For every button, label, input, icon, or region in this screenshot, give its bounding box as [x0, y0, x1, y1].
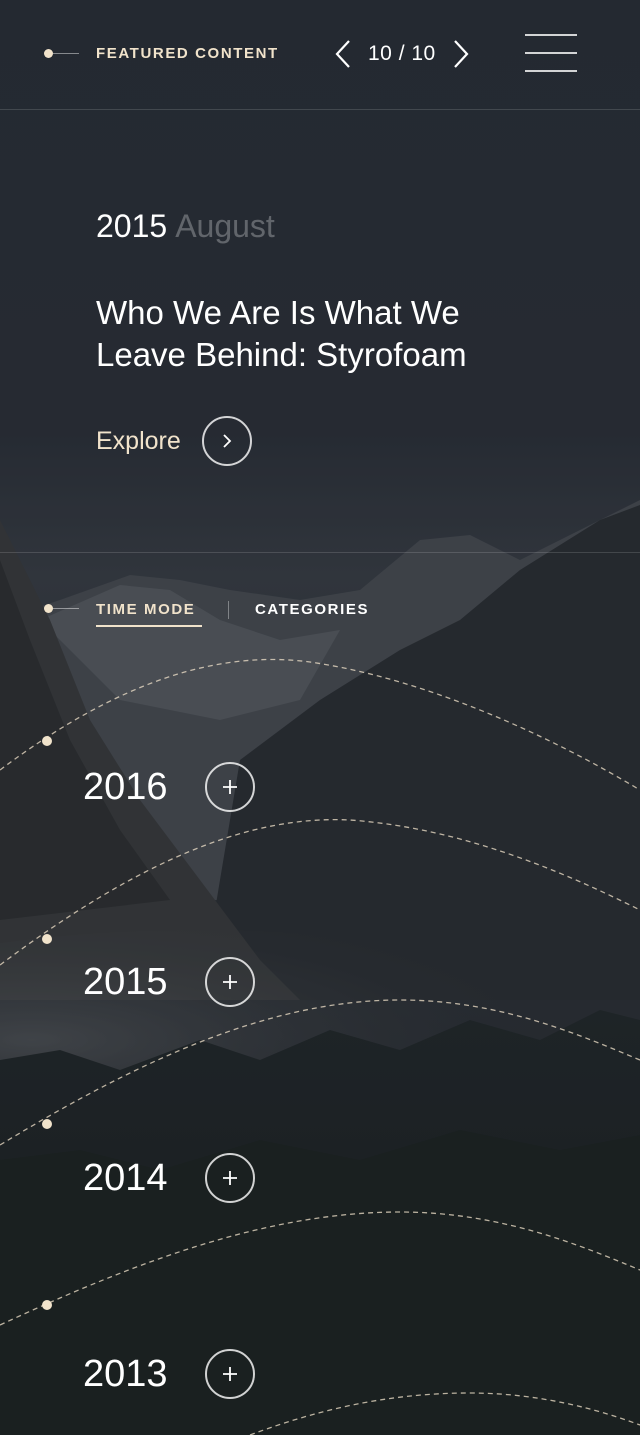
year-label: 2014	[83, 1156, 168, 1199]
chevron-right-icon	[453, 40, 469, 68]
tab-separator	[228, 601, 229, 619]
featured-month: August	[175, 208, 275, 244]
indicator-line	[53, 53, 79, 54]
indicator-line	[53, 608, 79, 609]
featured-date: 2015 August	[96, 208, 275, 245]
timeline-dot	[42, 1300, 52, 1310]
explore-circle[interactable]	[201, 416, 252, 466]
mode-indicator	[44, 604, 79, 613]
expand-year-button[interactable]	[205, 957, 255, 1007]
timeline-year-row: 2014	[83, 1153, 255, 1203]
plus-icon	[223, 1367, 237, 1381]
active-tab-underline	[96, 625, 202, 627]
timeline-dot	[42, 934, 52, 944]
timeline-dot	[42, 1119, 52, 1129]
expand-year-button[interactable]	[205, 762, 255, 812]
tab-categories[interactable]: CATEGORIES	[255, 601, 369, 618]
timeline-year-row: 2015	[83, 957, 255, 1007]
section-indicator	[44, 49, 79, 58]
indicator-dot	[44, 604, 53, 613]
tab-time-mode-label: TIME MODE	[96, 601, 196, 618]
tab-categories-label: CATEGORIES	[255, 601, 370, 618]
section-divider	[0, 552, 640, 553]
year-label: 2016	[83, 765, 168, 808]
featured-year: 2015	[96, 208, 168, 244]
chevron-left-icon	[335, 40, 350, 68]
explore-label: Explore	[96, 426, 181, 455]
expand-year-button[interactable]	[205, 1153, 255, 1203]
chevron-right-icon	[223, 434, 232, 448]
year-label: 2013	[83, 1352, 168, 1395]
menu-button[interactable]	[525, 34, 577, 74]
expand-year-button[interactable]	[205, 1349, 255, 1399]
year-label: 2015	[83, 960, 168, 1003]
pager: 10 / 10	[330, 36, 474, 72]
plus-icon	[223, 975, 237, 989]
prev-button[interactable]	[330, 36, 356, 72]
timeline-year-row: 2016	[83, 762, 255, 812]
pager-count: 10 / 10	[368, 42, 436, 65]
indicator-dot	[44, 49, 53, 58]
featured-content-label: FEATURED CONTENT	[96, 45, 279, 62]
explore-button[interactable]: Explore	[96, 416, 252, 466]
plus-icon	[223, 780, 237, 794]
featured-title: Who We Are Is What We Leave Behind: Styr…	[96, 294, 467, 373]
next-button[interactable]	[448, 36, 474, 72]
plus-icon	[223, 1171, 237, 1185]
timeline-dot	[42, 736, 52, 746]
top-bar: FEATURED CONTENT 10 / 10	[0, 0, 640, 110]
tab-time-mode[interactable]: TIME MODE	[96, 601, 202, 627]
timeline-year-row: 2013	[83, 1349, 255, 1399]
